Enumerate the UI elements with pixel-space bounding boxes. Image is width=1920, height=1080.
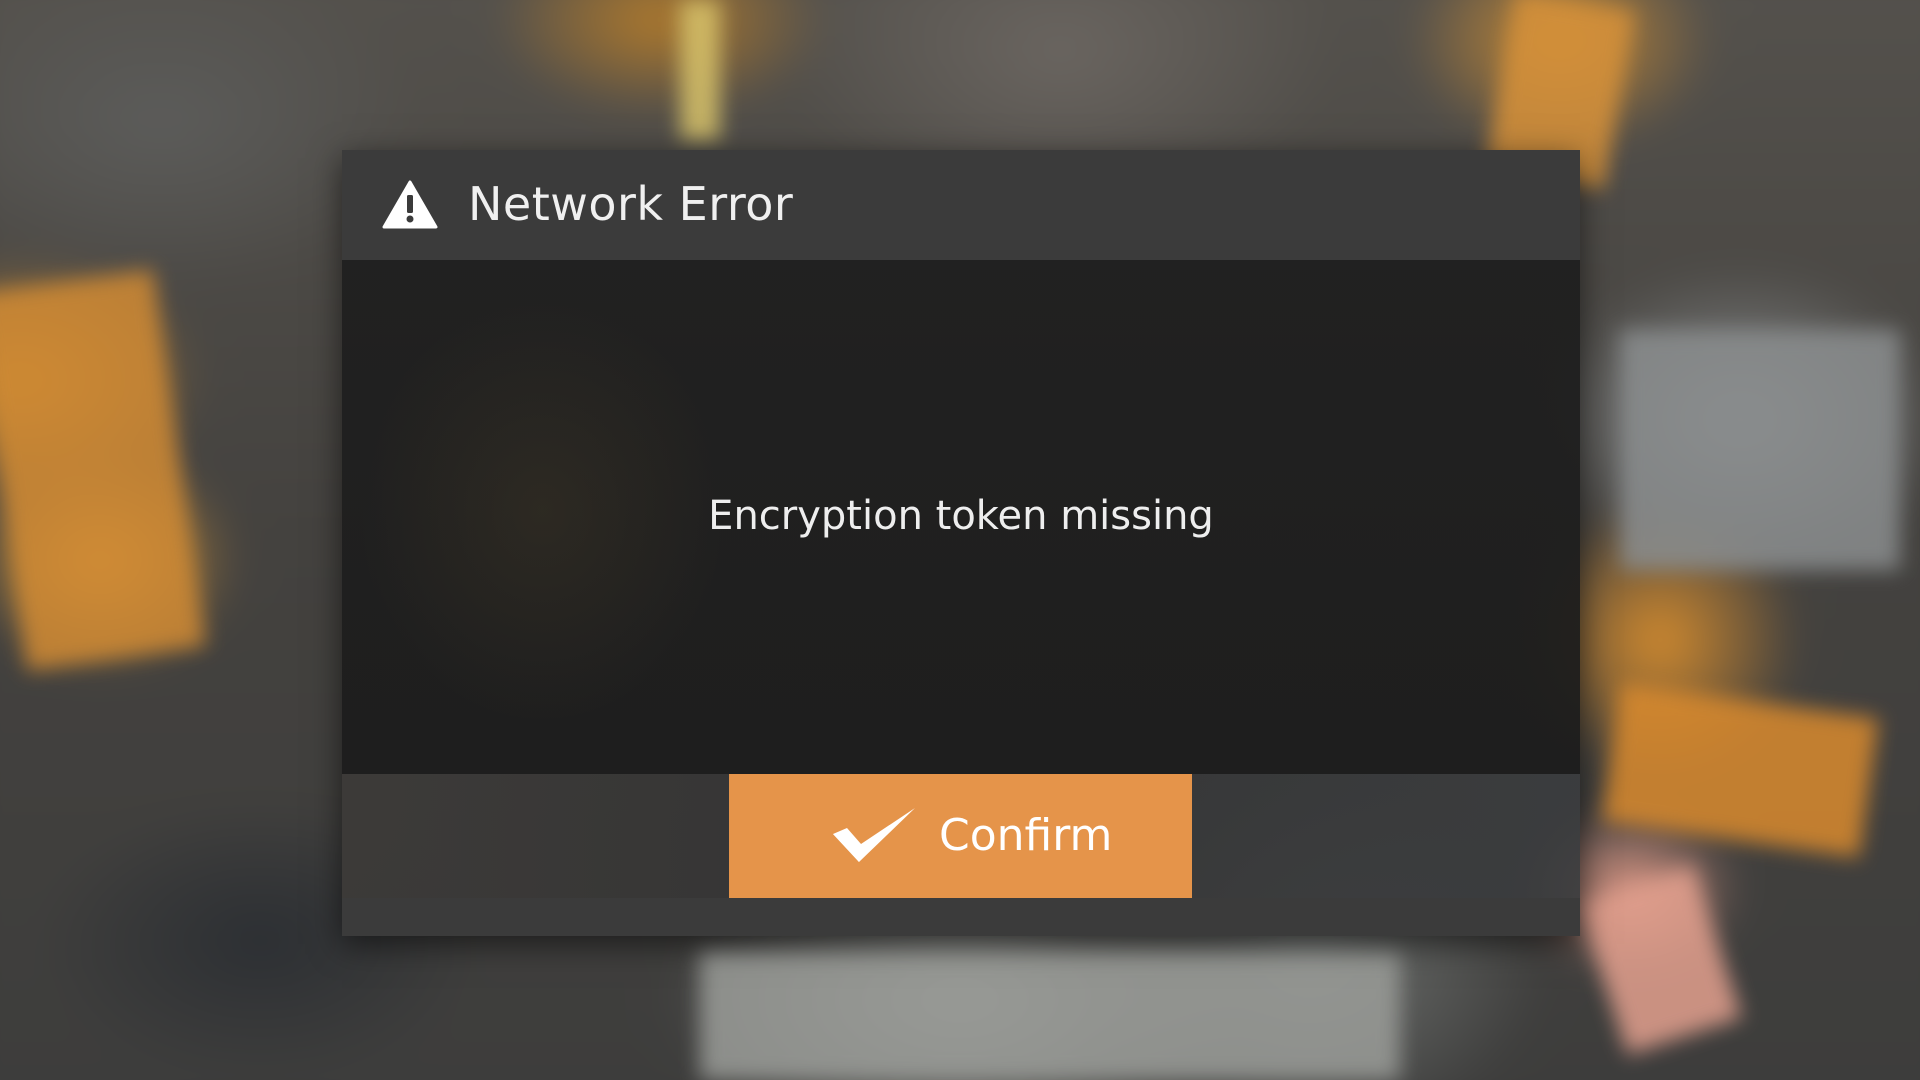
dialog-bottom-bar (342, 898, 1580, 936)
background-machine-shape (1620, 330, 1900, 570)
confirm-button-label: Confirm (939, 810, 1113, 861)
warning-triangle-icon (382, 180, 438, 229)
checkmark-icon (833, 808, 915, 862)
dialog-body: Encryption token missing (342, 260, 1580, 774)
dialog-title: Network Error (468, 177, 794, 231)
error-message: Encryption token missing (708, 493, 1214, 539)
network-error-dialog: Network Error Encryption token missing C… (342, 150, 1580, 936)
confirm-button[interactable]: Confirm (729, 774, 1192, 898)
dialog-header: Network Error (342, 150, 1580, 260)
background-floor-shape (700, 950, 1400, 1080)
background-pipe-shape (680, 0, 720, 140)
